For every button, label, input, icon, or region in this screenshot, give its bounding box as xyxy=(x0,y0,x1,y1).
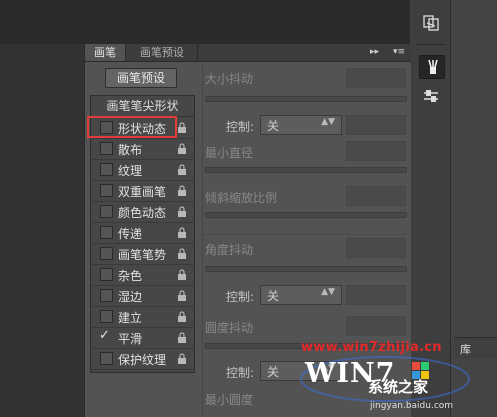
checkbox[interactable] xyxy=(100,310,113,323)
lock-icon[interactable] xyxy=(177,269,187,280)
list-item-label: 双重画笔 xyxy=(118,185,167,199)
min-diameter-value[interactable] xyxy=(346,141,406,161)
collapse-icon[interactable]: ▸▸ xyxy=(370,45,379,59)
list-item[interactable]: 画笔笔势 xyxy=(91,243,194,265)
list-item[interactable]: 散布 xyxy=(91,138,194,160)
angle-jitter-value[interactable] xyxy=(346,238,406,258)
angle-control-select[interactable]: 关 ▲▼ xyxy=(260,285,342,305)
panel-menu-icon[interactable]: ▾≡ xyxy=(393,45,405,59)
size-jitter-value[interactable] xyxy=(346,68,406,88)
brush-panel-icon[interactable] xyxy=(419,55,445,79)
min-roundness-label: 最小圆度 xyxy=(205,393,254,407)
list-item[interactable]: 建立 xyxy=(91,306,194,328)
tab-brush[interactable]: 画笔 xyxy=(85,44,126,61)
lock-icon[interactable] xyxy=(177,290,187,301)
list-item[interactable]: 传递 xyxy=(91,222,194,244)
clone-source-icon[interactable] xyxy=(419,12,443,34)
list-item-label: 建立 xyxy=(118,311,143,325)
canvas-area xyxy=(0,0,410,44)
tilt-scale-label: 倾斜缩放比例 xyxy=(205,191,278,205)
roundness-jitter-value[interactable] xyxy=(346,316,406,336)
roundness-jitter-label: 圆度抖动 xyxy=(205,321,254,335)
size-control-select[interactable]: 关 ▲▼ xyxy=(260,115,342,135)
lock-icon[interactable] xyxy=(177,332,187,343)
checkbox[interactable] xyxy=(100,352,113,365)
list-item[interactable]: 纹理 xyxy=(91,159,194,181)
checkbox-checked[interactable]: ✓ xyxy=(99,329,110,342)
lock-icon[interactable] xyxy=(177,185,187,196)
size-jitter-slider[interactable] xyxy=(205,96,407,102)
control-label: 控制: xyxy=(226,120,255,134)
tilt-scale-slider[interactable] xyxy=(205,212,407,218)
control-label: 控制: xyxy=(226,366,255,380)
brush-presets-icon[interactable] xyxy=(419,85,443,107)
size-control-value[interactable] xyxy=(346,115,406,135)
list-item-label: 纹理 xyxy=(118,164,143,178)
lock-icon[interactable] xyxy=(177,353,187,364)
checkbox[interactable] xyxy=(100,205,113,218)
lock-icon[interactable] xyxy=(177,122,187,133)
watermark-sub: 系统之家 xyxy=(368,378,429,396)
list-item[interactable]: 保护纹理 xyxy=(91,348,194,370)
tab-brush-presets[interactable]: 画笔预设 xyxy=(127,44,198,61)
list-item[interactable]: 颜色动态 xyxy=(91,201,194,223)
checkbox[interactable] xyxy=(100,142,113,155)
list-item-label: 湿边 xyxy=(118,290,143,304)
checkbox[interactable] xyxy=(100,289,113,302)
lock-icon[interactable] xyxy=(177,248,187,259)
min-diameter-slider[interactable] xyxy=(205,167,407,173)
list-item-label: 保护纹理 xyxy=(118,353,167,367)
list-item-label: 画笔笔势 xyxy=(118,248,167,262)
size-jitter-label: 大小抖动 xyxy=(205,72,254,86)
control-label: 控制: xyxy=(226,290,255,304)
list-item-label: 散布 xyxy=(118,143,143,157)
watermark-site: www.win7zhijia.cn xyxy=(301,340,442,355)
tilt-scale-value[interactable] xyxy=(346,186,406,206)
checkbox[interactable] xyxy=(100,226,113,239)
watermark-url: jingyan.baidu.com xyxy=(370,401,454,411)
list-item[interactable]: 杂色 xyxy=(91,264,194,286)
list-item-label: 平滑 xyxy=(118,332,143,346)
angle-jitter-slider[interactable] xyxy=(205,266,407,272)
list-item[interactable]: 湿边 xyxy=(91,285,194,307)
chevron-down-icon: ▲▼ xyxy=(321,117,335,127)
list-item-label: 传递 xyxy=(118,227,143,241)
lock-icon[interactable] xyxy=(177,311,187,322)
min-diameter-label: 最小直径 xyxy=(205,146,254,160)
list-item-label: 杂色 xyxy=(118,269,143,283)
brush-tip-shape-item[interactable]: 画笔笔尖形状 xyxy=(91,96,194,117)
lock-icon[interactable] xyxy=(177,227,187,238)
list-item[interactable]: ✓ 平滑 xyxy=(91,327,194,349)
checkbox[interactable] xyxy=(100,184,113,197)
highlight-box xyxy=(87,116,177,138)
chevron-down-icon: ▲▼ xyxy=(321,287,335,297)
checkbox[interactable] xyxy=(100,163,113,176)
brush-presets-button[interactable]: 画笔预设 xyxy=(105,68,177,88)
panel-tabbar: 画笔 画笔预设 ▸▸ ▾≡ xyxy=(85,44,411,62)
lock-icon[interactable] xyxy=(177,143,187,154)
list-item[interactable]: 双重画笔 xyxy=(91,180,194,202)
lock-icon[interactable] xyxy=(177,164,187,175)
lock-icon[interactable] xyxy=(177,206,187,217)
checkbox[interactable] xyxy=(100,247,113,260)
divider xyxy=(202,64,203,417)
angle-control-value[interactable] xyxy=(346,285,406,305)
angle-jitter-label: 角度抖动 xyxy=(205,243,254,257)
checkbox[interactable] xyxy=(100,268,113,281)
section-divider xyxy=(203,234,411,235)
list-item-label: 颜色动态 xyxy=(118,206,167,220)
